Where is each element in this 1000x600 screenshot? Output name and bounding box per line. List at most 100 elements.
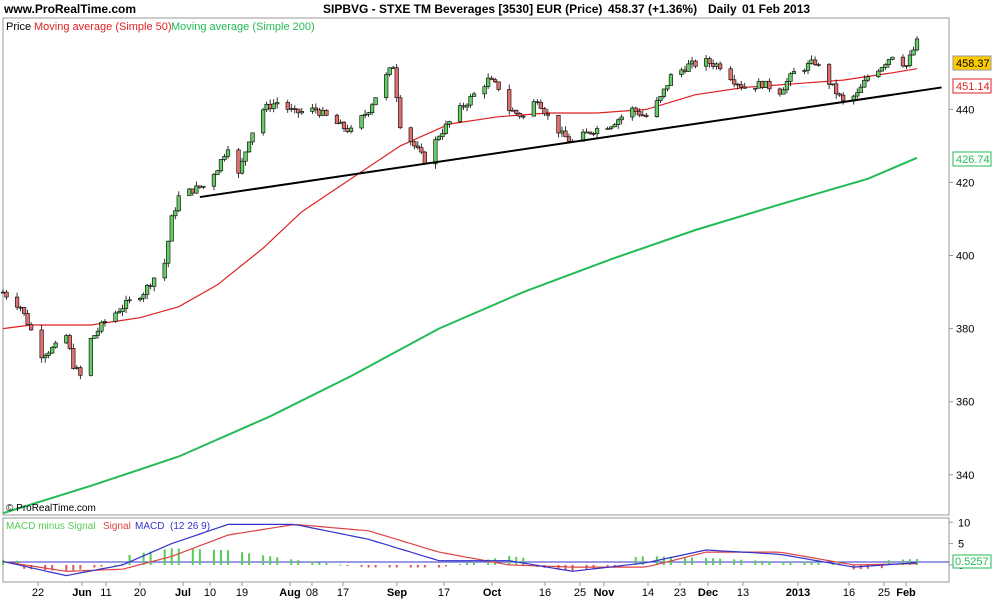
macd-hist-bar [325,563,328,565]
price-tick-label: 400 [956,251,974,263]
candle [760,80,765,90]
macd-hist-bar [269,556,272,565]
macd-hist-bar [437,564,440,568]
last-price-label: 458.37 [956,58,990,70]
candle [384,72,389,101]
candle [67,333,72,351]
price-tick-label: 420 [956,177,974,189]
x-tick-label: 16 [843,587,855,599]
macd-hist-bar [712,558,715,565]
candle [398,94,403,130]
x-tick-label: 08 [306,587,318,599]
macd-hist-bar [810,561,813,565]
x-tick-label: 10 [204,587,216,599]
x-tick-label: 16 [539,587,551,599]
candle [236,148,241,178]
macd-hist-bar [705,557,708,565]
macd-hist-bar [416,564,419,568]
macd-tick-label: 10 [958,517,970,529]
macd-hist-bar [817,561,820,565]
macd-hist-bar [740,559,743,565]
candle [39,325,44,363]
macd-hist-bar [754,560,757,565]
legend-macd-signal: Signal [103,521,131,532]
macd-hist-bar [494,558,497,565]
copyright-label: © ProRealTime.com [6,503,96,514]
candle [879,66,884,72]
x-tick-label: 17 [438,587,450,599]
candle [215,169,220,175]
macd-hist-bar [768,561,771,565]
x-tick-label: 25 [574,587,586,599]
macd-last-label: 0.5257 [955,556,989,568]
macd-hist-bar [444,564,447,567]
price-tick-label: 360 [956,397,974,409]
macd-hist-bar [177,548,180,565]
x-tick-label: Nov [594,587,616,599]
macd-hist-bar [72,564,75,571]
macd-hist-bar [226,550,229,565]
x-tick-label: 25 [878,587,890,599]
macd-hist-bar [395,564,398,568]
x-tick-label: Jun [72,587,92,599]
macd-hist-bar [409,564,412,568]
x-tick-label: 2013 [786,587,810,599]
macd-hist-bar [219,549,222,565]
macd-hist-bar [789,561,792,565]
candle [324,109,329,117]
candle [166,240,171,268]
macd-hist-bar [683,557,686,565]
ma50-value-label: 451.14 [956,81,990,93]
candle [246,141,252,153]
macd-hist-bar [367,564,370,568]
macd-hist-bar [276,557,279,565]
candle [433,136,438,169]
legend-macd-params: (12 26 9) [170,521,210,532]
macd-hist-bar [719,558,722,565]
macd-hist-bar [423,564,426,568]
macd-hist-bar [662,556,665,565]
price-tick-label: 440 [956,104,974,116]
legend-macd-line: MACD [135,521,164,532]
x-tick-label: Feb [896,587,916,599]
candle [64,333,69,344]
macd-hist-bar [374,564,377,568]
stock-chart: www.ProRealTime.com SIPBVG - STXE TM Bev… [0,2,992,599]
last-change: 458.37 (+1.36%) [608,2,697,16]
x-tick-label: 19 [236,587,248,599]
candle [92,334,97,339]
x-tick-label: Aug [279,587,300,599]
candle [261,107,266,136]
x-tick-label: Dec [698,587,718,599]
macd-hist-bar [163,549,166,565]
macd-hist-bar [79,564,82,570]
macd-hist-bar [346,564,349,566]
macd-hist-bar [571,564,574,572]
site-label[interactable]: www.ProRealTime.com [3,2,136,16]
macd-hist-bar [318,562,321,565]
macd-hist-bar [212,549,215,565]
ma200-value-label: 426.74 [956,154,990,166]
date-label: 01 Feb 2013 [742,2,810,16]
candle [359,114,364,130]
macd-hist-bar [262,555,265,565]
macd-hist-bar [114,564,117,566]
legend-ma200: Moving average (Simple 200) [171,21,315,33]
macd-hist-bar [515,556,518,565]
macd-hist-bar [522,557,525,565]
macd-hist-bar [466,562,469,565]
macd-hist-bar [297,560,300,565]
candle [88,337,93,377]
candle [218,159,224,173]
candle [890,56,895,61]
candle [763,80,768,88]
x-tick-label: 13 [737,587,749,599]
macd-hist-bar [100,564,103,567]
macd-hist-bar [93,564,96,568]
macd-hist-bar [691,557,694,565]
candle [457,102,463,124]
legend-price: Price [6,21,31,33]
macd-hist-bar [360,564,363,567]
macd-hist-bar [198,549,201,565]
x-tick-label: 23 [674,587,686,599]
